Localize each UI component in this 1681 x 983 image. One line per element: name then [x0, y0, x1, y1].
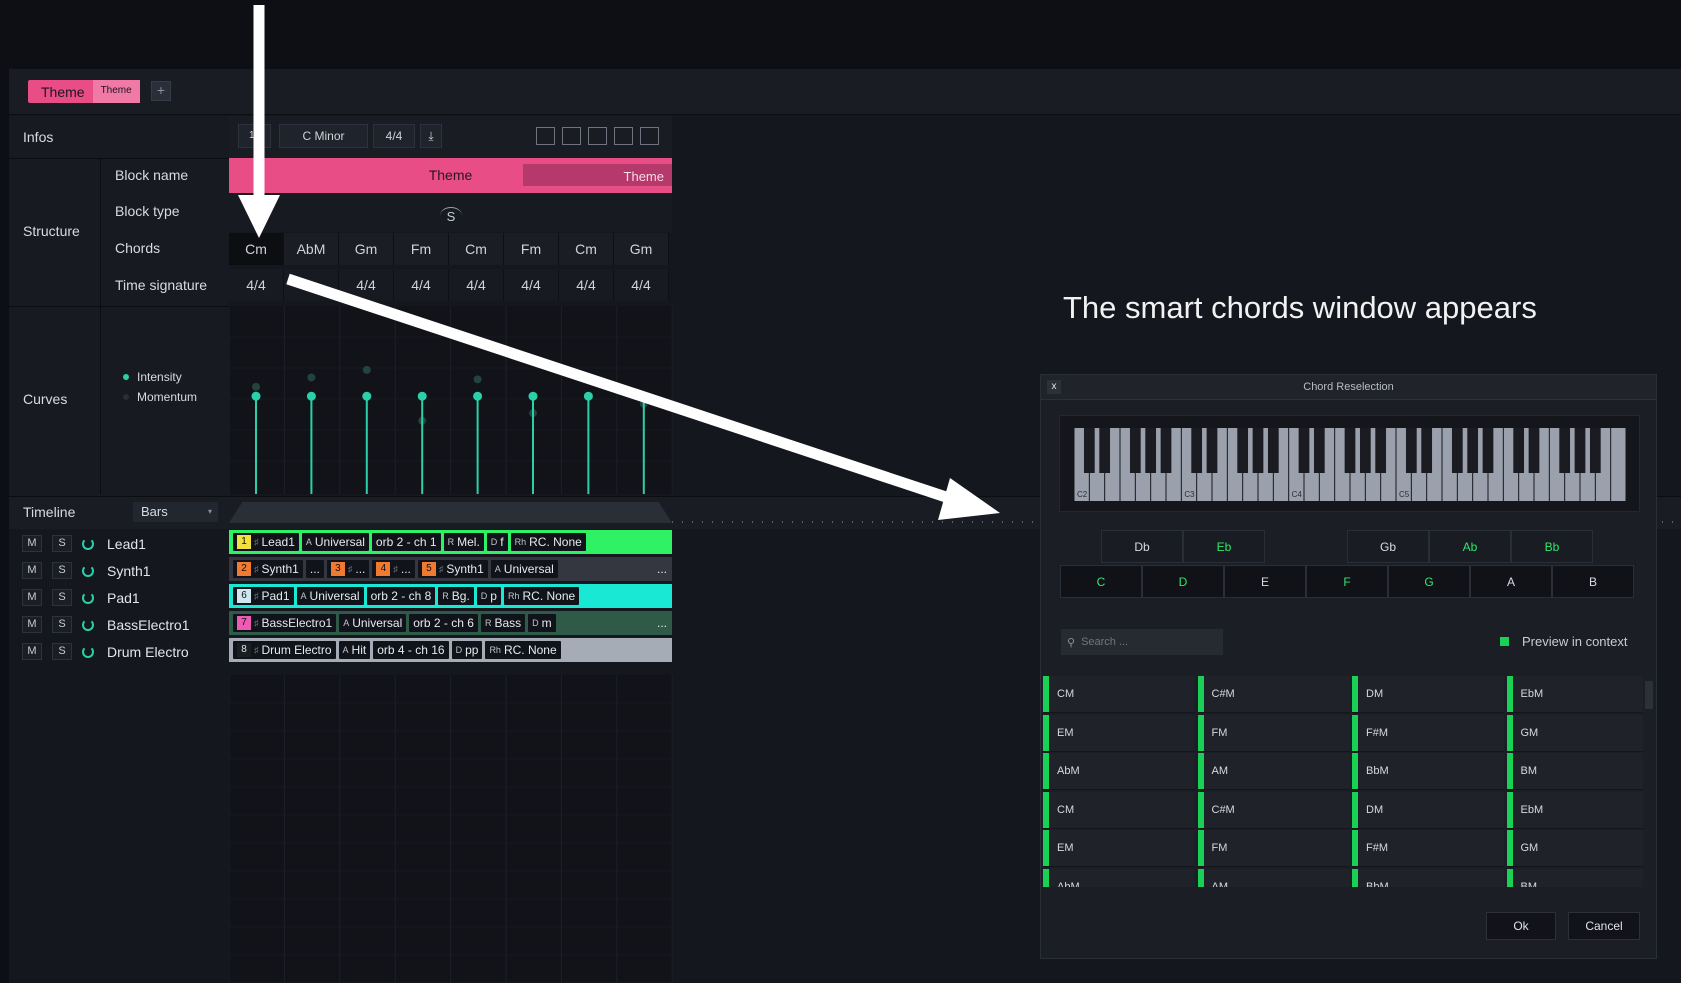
close-button[interactable]: x — [1047, 380, 1061, 394]
dialog-title: Chord Reselection — [1041, 375, 1656, 400]
black-key[interactable] — [1206, 428, 1218, 473]
chord-option[interactable]: BM — [1506, 868, 1643, 887]
black-key[interactable] — [1237, 428, 1249, 473]
search-input[interactable] — [1081, 636, 1212, 648]
arrow-down-head-icon — [238, 195, 280, 238]
chord-option[interactable]: EbM — [1506, 791, 1643, 829]
arrow-diagonal-line — [286, 273, 957, 506]
arrow-diagonal-head-icon — [938, 478, 1000, 520]
chord-list-scrollbar[interactable] — [1645, 681, 1653, 709]
black-key[interactable] — [1313, 428, 1325, 473]
octave-label: C5 — [1399, 490, 1410, 499]
chord-option[interactable]: C#M — [1197, 791, 1350, 829]
chord-option[interactable]: AbM — [1043, 868, 1195, 887]
black-key[interactable] — [1083, 428, 1095, 473]
black-key[interactable] — [1513, 428, 1525, 473]
chord-option[interactable]: AM — [1197, 868, 1350, 887]
black-key[interactable] — [1129, 428, 1141, 473]
black-key[interactable] — [1344, 428, 1356, 473]
preview-label: Preview in context — [1522, 634, 1628, 649]
chord-option[interactable]: C#M — [1197, 676, 1350, 713]
black-key[interactable] — [1451, 428, 1463, 473]
sharp-note-button[interactable]: Gb — [1347, 530, 1429, 563]
natural-note-button[interactable]: G — [1388, 565, 1470, 598]
natural-note-button[interactable]: D — [1142, 565, 1224, 598]
chord-option[interactable]: F#M — [1352, 830, 1504, 867]
cancel-button[interactable]: Cancel — [1568, 912, 1640, 940]
black-key[interactable] — [1467, 428, 1479, 473]
natural-note-button[interactable]: F — [1306, 565, 1388, 598]
chord-option[interactable]: BbM — [1352, 753, 1504, 790]
black-key[interactable] — [1574, 428, 1586, 473]
black-key[interactable] — [1145, 428, 1157, 473]
octave-label: C3 — [1184, 490, 1195, 499]
black-key[interactable] — [1421, 428, 1433, 473]
black-key[interactable] — [1405, 428, 1417, 473]
chord-list: CM C#M DM EbM EM FM F#M GM AbM AM BbM BM CM C#M DM EbM E… — [1043, 676, 1643, 887]
black-key[interactable] — [1559, 428, 1571, 473]
chord-option[interactable]: EM — [1043, 830, 1195, 867]
black-key[interactable] — [1298, 428, 1310, 473]
black-key[interactable] — [1589, 428, 1601, 473]
search-icon: ⚲ — [1067, 636, 1076, 649]
chord-option[interactable]: FM — [1197, 714, 1350, 752]
black-key[interactable] — [1099, 428, 1111, 473]
octave-label: C2 — [1077, 490, 1088, 499]
black-key[interactable] — [1252, 428, 1264, 473]
sharp-note-button[interactable]: Db — [1101, 530, 1183, 563]
chord-option[interactable]: CM — [1043, 676, 1195, 713]
sharp-note-button[interactable]: Ab — [1429, 530, 1511, 563]
natural-note-button[interactable]: B — [1552, 565, 1634, 598]
natural-note-button[interactable]: C — [1060, 565, 1142, 598]
ok-button[interactable]: Ok — [1486, 912, 1556, 940]
chord-option[interactable]: DM — [1352, 791, 1504, 829]
black-key[interactable] — [1267, 428, 1279, 473]
chord-option[interactable]: GM — [1506, 830, 1643, 867]
black-key[interactable] — [1375, 428, 1387, 473]
chord-option[interactable]: AM — [1197, 753, 1350, 790]
black-key[interactable] — [1160, 428, 1172, 473]
chord-reselection-dialog: Chord Reselection x C2 C3 C4 C5 ⚲ Preview i… — [1040, 374, 1657, 959]
chord-option[interactable]: BM — [1506, 753, 1643, 790]
chord-option[interactable]: AbM — [1043, 753, 1195, 790]
octave-label: C4 — [1292, 490, 1303, 499]
black-key[interactable] — [1482, 428, 1494, 473]
chord-option[interactable]: F#M — [1352, 714, 1504, 752]
natural-note-button[interactable]: A — [1470, 565, 1552, 598]
chord-option[interactable]: CM — [1043, 791, 1195, 829]
black-key[interactable] — [1528, 428, 1540, 473]
chord-option[interactable]: DM — [1352, 676, 1504, 713]
natural-note-button[interactable]: E — [1224, 565, 1306, 598]
sharp-note-button[interactable]: Eb — [1183, 530, 1265, 563]
chord-option[interactable]: FM — [1197, 830, 1350, 867]
white-key[interactable] — [1611, 428, 1626, 501]
chord-option[interactable]: BbM — [1352, 868, 1504, 887]
black-key[interactable] — [1359, 428, 1371, 473]
chord-option[interactable]: EbM — [1506, 676, 1643, 713]
search-field[interactable]: ⚲ — [1061, 629, 1223, 655]
preview-checkbox[interactable] — [1500, 637, 1509, 646]
chord-option[interactable]: EM — [1043, 714, 1195, 752]
sharp-note-button[interactable]: Bb — [1511, 530, 1593, 563]
chord-option[interactable]: GM — [1506, 714, 1643, 752]
black-key[interactable] — [1191, 428, 1203, 473]
piano-keyboard[interactable]: C2 C3 C4 C5 — [1074, 428, 1626, 501]
